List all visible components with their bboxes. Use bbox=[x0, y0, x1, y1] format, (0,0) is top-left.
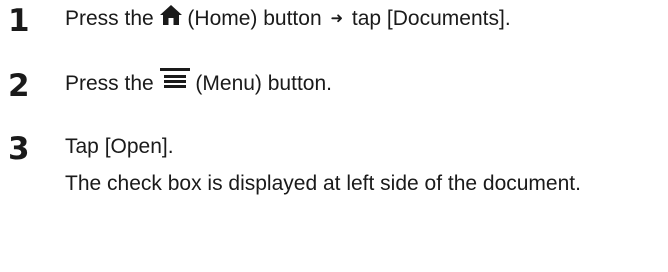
step-number: 1 bbox=[8, 3, 30, 39]
step-instruction: Tap [Open]. bbox=[65, 135, 174, 158]
arrow-right-icon: ➜ bbox=[330, 10, 344, 27]
step-instruction: Press the (Menu) button. bbox=[65, 67, 665, 101]
step-description: The check box is displayed at left side … bbox=[65, 172, 581, 195]
home-icon bbox=[159, 2, 182, 36]
instruction-text: Press the bbox=[65, 72, 154, 95]
instruction-text: (Menu) button. bbox=[195, 72, 332, 95]
step-number: 2 bbox=[8, 68, 30, 104]
instruction-text: (Home) button bbox=[187, 7, 322, 30]
step-instruction: Press the (Home) button ➜ tap [Documents… bbox=[65, 2, 665, 36]
instruction-text: tap [Documents]. bbox=[351, 7, 511, 30]
instruction-text: Press the bbox=[65, 7, 154, 30]
menu-icon bbox=[159, 67, 190, 101]
step-number: 3 bbox=[8, 131, 30, 167]
